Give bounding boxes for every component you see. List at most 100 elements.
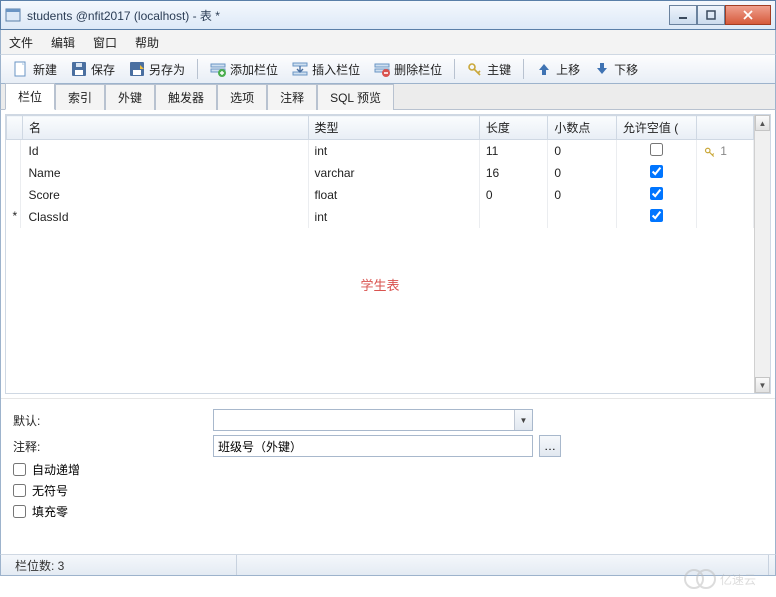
row-marker bbox=[7, 140, 21, 162]
cell-type[interactable]: varchar bbox=[308, 162, 479, 184]
unsigned-label: 无符号 bbox=[32, 482, 68, 499]
window-title: students @nfit2017 (localhost) - 表 * bbox=[27, 7, 669, 24]
tabstrip: 栏位 索引 外键 触发器 选项 注释 SQL 预览 bbox=[0, 84, 776, 110]
col-type[interactable]: 类型 bbox=[308, 116, 479, 140]
vertical-scrollbar[interactable]: ▲ ▼ bbox=[754, 115, 770, 393]
allownull-checkbox[interactable] bbox=[650, 165, 663, 178]
statusbar: 栏位数: 3 bbox=[0, 554, 776, 576]
allownull-checkbox[interactable] bbox=[650, 209, 663, 222]
insertfield-button[interactable]: 插入栏位 bbox=[286, 59, 366, 80]
tab-triggers[interactable]: 触发器 bbox=[155, 84, 217, 110]
col-allownull[interactable]: 允许空值 ( bbox=[616, 116, 696, 140]
autoinc-label: 自动递增 bbox=[32, 461, 80, 478]
cell-key[interactable]: 1 bbox=[696, 140, 753, 163]
maximize-button[interactable] bbox=[697, 5, 725, 25]
scroll-up-icon[interactable]: ▲ bbox=[755, 115, 770, 131]
unsigned-checkbox[interactable] bbox=[13, 484, 26, 497]
saveas-button[interactable]: 另存为 bbox=[123, 59, 191, 80]
tab-comment[interactable]: 注释 bbox=[267, 84, 317, 110]
cell-type[interactable]: float bbox=[308, 184, 479, 206]
toolbar-separator bbox=[197, 59, 198, 79]
cell-decimals[interactable] bbox=[548, 206, 617, 228]
row-marker bbox=[7, 162, 21, 184]
arrow-down-icon bbox=[594, 61, 610, 77]
save-icon bbox=[71, 61, 87, 77]
scroll-down-icon[interactable]: ▼ bbox=[755, 377, 770, 393]
deletefield-button[interactable]: 删除栏位 bbox=[368, 59, 448, 80]
moveup-button[interactable]: 上移 bbox=[530, 59, 586, 80]
cell-name[interactable]: ClassId bbox=[22, 206, 308, 228]
new-button[interactable]: 新建 bbox=[7, 59, 63, 80]
addfield-button[interactable]: 添加栏位 bbox=[204, 59, 284, 80]
cell-allownull[interactable] bbox=[616, 206, 696, 228]
titlebar: students @nfit2017 (localhost) - 表 * bbox=[0, 0, 776, 30]
tab-options[interactable]: 选项 bbox=[217, 84, 267, 110]
cell-length[interactable]: 0 bbox=[479, 184, 548, 206]
close-button[interactable] bbox=[725, 5, 771, 25]
window-buttons bbox=[669, 5, 771, 25]
deletefield-icon bbox=[374, 61, 390, 77]
table-row[interactable]: *ClassIdint bbox=[7, 206, 754, 228]
addfield-icon bbox=[210, 61, 226, 77]
comment-label: 注释: bbox=[13, 438, 213, 455]
comment-field[interactable] bbox=[213, 435, 533, 457]
cell-allownull[interactable] bbox=[616, 184, 696, 206]
table-row[interactable]: Scorefloat00 bbox=[7, 184, 754, 206]
cell-decimals[interactable]: 0 bbox=[548, 184, 617, 206]
cell-name[interactable]: Id bbox=[22, 140, 308, 163]
cell-type[interactable]: int bbox=[308, 206, 479, 228]
col-length[interactable]: 长度 bbox=[479, 116, 548, 140]
chevron-down-icon[interactable]: ▼ bbox=[514, 410, 532, 430]
default-combo[interactable]: ▼ bbox=[213, 409, 533, 431]
tab-indexes[interactable]: 索引 bbox=[55, 84, 105, 110]
col-decimals[interactable]: 小数点 bbox=[548, 116, 617, 140]
field-properties: 默认: ▼ 注释: … 自动递增 无符号 填充零 bbox=[1, 398, 775, 532]
cell-name[interactable]: Score bbox=[22, 184, 308, 206]
allownull-checkbox[interactable] bbox=[650, 187, 663, 200]
zerofill-checkbox[interactable] bbox=[13, 505, 26, 518]
cell-length[interactable]: 11 bbox=[479, 140, 548, 163]
cell-key[interactable] bbox=[696, 206, 753, 228]
default-label: 默认: bbox=[13, 412, 213, 429]
table-row[interactable]: Idint110 1 bbox=[7, 140, 754, 163]
insertfield-icon bbox=[292, 61, 308, 77]
cell-allownull[interactable] bbox=[616, 162, 696, 184]
allownull-checkbox[interactable] bbox=[650, 143, 663, 156]
minimize-button[interactable] bbox=[669, 5, 697, 25]
fields-grid-wrapper: 名 类型 长度 小数点 允许空值 ( Idint110 1Namevarchar… bbox=[5, 114, 771, 394]
movedown-button[interactable]: 下移 bbox=[588, 59, 644, 80]
primarykey-button[interactable]: 主键 bbox=[461, 59, 517, 80]
cell-decimals[interactable]: 0 bbox=[548, 140, 617, 163]
menu-edit[interactable]: 编辑 bbox=[51, 34, 75, 51]
toolbar: 新建 保存 另存为 添加栏位 插入栏位 删除栏位 主键 上移 下移 bbox=[0, 54, 776, 84]
svg-text:亿速云: 亿速云 bbox=[720, 572, 756, 587]
save-button[interactable]: 保存 bbox=[65, 59, 121, 80]
content-area: 名 类型 长度 小数点 允许空值 ( Idint110 1Namevarchar… bbox=[0, 110, 776, 554]
app-icon bbox=[5, 7, 21, 23]
menu-help[interactable]: 帮助 bbox=[135, 34, 159, 51]
cell-length[interactable]: 16 bbox=[479, 162, 548, 184]
fields-grid[interactable]: 名 类型 长度 小数点 允许空值 ( Idint110 1Namevarchar… bbox=[6, 115, 754, 228]
tab-sqlpreview[interactable]: SQL 预览 bbox=[317, 84, 394, 110]
cell-key[interactable] bbox=[696, 184, 753, 206]
row-marker bbox=[7, 184, 21, 206]
cell-decimals[interactable]: 0 bbox=[548, 162, 617, 184]
row-marker: * bbox=[7, 206, 21, 228]
table-row[interactable]: Namevarchar160 bbox=[7, 162, 754, 184]
tab-fields[interactable]: 栏位 bbox=[5, 83, 55, 110]
key-icon bbox=[467, 61, 483, 77]
tab-foreignkeys[interactable]: 外键 bbox=[105, 84, 155, 110]
menu-file[interactable]: 文件 bbox=[9, 34, 33, 51]
cell-type[interactable]: int bbox=[308, 140, 479, 163]
cell-key[interactable] bbox=[696, 162, 753, 184]
cell-allownull[interactable] bbox=[616, 140, 696, 163]
col-name[interactable]: 名 bbox=[22, 116, 308, 140]
comment-browse-button[interactable]: … bbox=[539, 435, 561, 457]
cell-name[interactable]: Name bbox=[22, 162, 308, 184]
status-fieldcount: 栏位数: 3 bbox=[7, 555, 237, 575]
autoinc-checkbox[interactable] bbox=[13, 463, 26, 476]
cell-length[interactable] bbox=[479, 206, 548, 228]
toolbar-separator bbox=[454, 59, 455, 79]
arrow-up-icon bbox=[536, 61, 552, 77]
menu-window[interactable]: 窗口 bbox=[93, 34, 117, 51]
